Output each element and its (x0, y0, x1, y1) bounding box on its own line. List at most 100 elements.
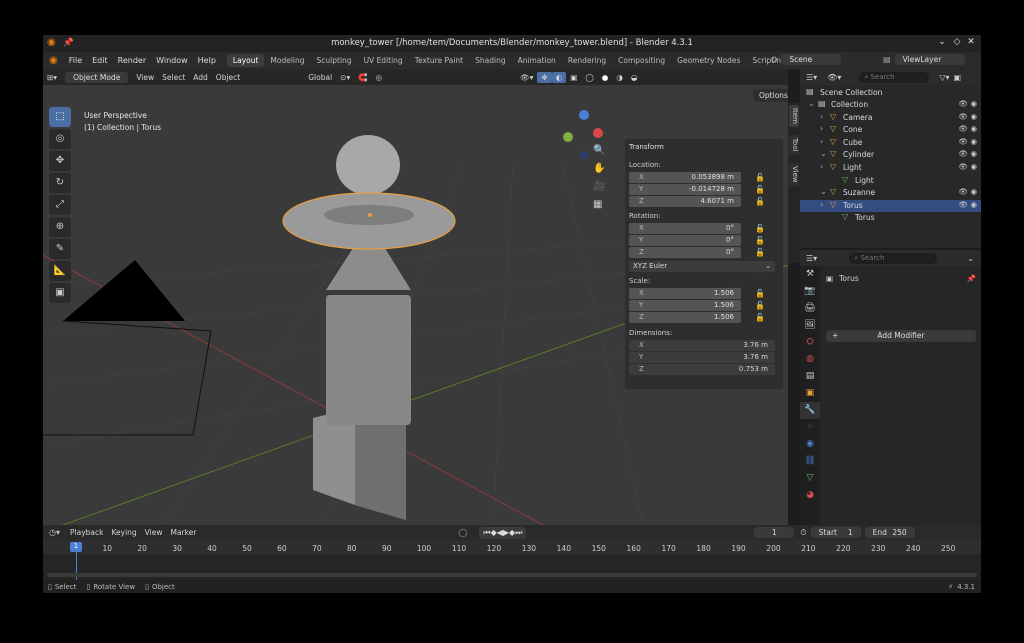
pivot-icon[interactable]: ⊙▾ (336, 72, 354, 83)
chevron-down-icon[interactable]: ⌄ (967, 254, 974, 263)
add-cube-tool[interactable]: ▣ (49, 283, 71, 303)
visibility-icon[interactable]: 👁▾ (516, 72, 537, 83)
stopwatch-icon[interactable]: ⏱ (800, 528, 806, 538)
tab-animation[interactable]: Animation (512, 54, 562, 67)
tab-layout[interactable]: Layout (226, 54, 265, 67)
dimension-y-field[interactable]: Y 3.76 m (629, 352, 775, 363)
output-properties-icon[interactable]: 🖨 (800, 300, 820, 317)
lock-icon[interactable]: 🔓 (755, 313, 765, 322)
rotation-y-field[interactable]: Y 0° (629, 235, 741, 246)
3d-viewport[interactable]: ⬚ ◎ ✥ ↻ ⤢ ⊕ ✎ 📐 ▣ User Perspective (1) C… (43, 85, 788, 525)
jump-start-icon[interactable]: ⏮ (483, 528, 490, 538)
timeline-menu-view[interactable]: View (141, 527, 167, 538)
modifier-properties-icon[interactable]: 🔧 (800, 402, 820, 419)
chevron-icon[interactable]: ⌄ (808, 99, 815, 108)
dimension-x-field[interactable]: X 3.76 m (629, 340, 775, 351)
timeline-menu-marker[interactable]: Marker (166, 527, 200, 538)
tab-rendering[interactable]: Rendering (562, 54, 612, 67)
lock-icon[interactable]: 🔓 (755, 236, 765, 245)
view-layer-properties-icon[interactable]: 🖼 (800, 317, 820, 334)
options-button[interactable]: Options (753, 89, 788, 102)
minimize-icon[interactable]: ⌄ (936, 37, 948, 47)
menu-window[interactable]: Window (151, 56, 193, 65)
timeline-scrollbar[interactable] (47, 573, 977, 577)
outliner-item[interactable]: › ▽ Camera 👁 ◉ (800, 112, 981, 124)
outliner-item[interactable]: ▽ Light (800, 175, 981, 187)
editor-type-icon[interactable]: ☰▾ (800, 254, 823, 263)
editor-type-icon[interactable]: ☰▾ (800, 73, 823, 82)
render-properties-icon[interactable]: 📷 (800, 283, 820, 300)
viewport-menu-select[interactable]: Select (158, 72, 189, 83)
location-z-field[interactable]: Z 4.6071 m (629, 196, 741, 207)
chevron-icon[interactable]: ⌄ (820, 149, 827, 158)
dimension-z-field[interactable]: Z 0.753 m (629, 364, 775, 375)
particles-icon[interactable]: ⁘ (800, 419, 820, 436)
scene-selector[interactable]: ⛭ Scene (771, 54, 842, 65)
mode-dropdown[interactable]: Object Mode (65, 71, 129, 83)
visibility-icon[interactable]: 👁 ◉ (959, 124, 977, 133)
cursor-tool[interactable]: ◎ (49, 129, 71, 149)
shading-wireframe-icon[interactable]: ◯ (581, 72, 597, 83)
proportional-icon[interactable]: ◎ (372, 72, 387, 83)
current-frame-field[interactable]: 1 (754, 527, 795, 538)
pin-icon[interactable]: 📌 (967, 274, 976, 283)
scene-properties-icon[interactable]: ⛭ (800, 334, 820, 351)
close-icon[interactable]: ✕ (965, 37, 977, 47)
jump-end-icon[interactable]: ⏭ (515, 528, 522, 538)
tab-view[interactable]: View (789, 163, 799, 186)
scene-collection-row[interactable]: ▤ Scene Collection (800, 87, 981, 99)
properties-search-input[interactable]: ⌕ Search (849, 252, 938, 264)
location-y-field[interactable]: Y -0.014728 m (629, 184, 741, 195)
scale-z-field[interactable]: Z 1.506 (629, 312, 741, 323)
editor-type-icon[interactable]: ⊞▾ (43, 72, 61, 83)
xray-icon[interactable]: ▣ (566, 72, 581, 83)
zoom-icon[interactable]: 🔍 (593, 145, 609, 163)
select-box-tool[interactable]: ⬚ (49, 107, 71, 127)
snap-icon[interactable]: 🧲 (354, 72, 371, 83)
location-x-field[interactable]: X 0.053898 m (629, 172, 741, 183)
menu-render[interactable]: Render (113, 56, 151, 65)
tool-properties-icon[interactable]: ⚒ (800, 266, 820, 283)
chevron-icon[interactable]: › (820, 137, 823, 146)
lock-icon[interactable]: 🔓 (755, 248, 765, 257)
timeline-area[interactable]: 10 20 30 40 50 60 70 80 90 100 110 120 130 140 150 160 1… (43, 540, 981, 580)
move-tool[interactable]: ✥ (49, 151, 71, 171)
physics-icon[interactable]: ◉ (800, 436, 820, 453)
pan-hand-icon[interactable]: ✋ (593, 163, 609, 181)
visibility-icon[interactable]: 👁 ◉ (959, 187, 977, 196)
playhead[interactable]: 1 (70, 542, 82, 552)
chevron-icon[interactable]: › (820, 162, 823, 171)
tab-uv-editing[interactable]: UV Editing (358, 54, 409, 67)
chevron-icon[interactable]: › (820, 124, 823, 133)
outliner-item[interactable]: › ▽ Cone 👁 ◉ (800, 124, 981, 136)
viewport-menu-view[interactable]: View (132, 72, 158, 83)
visibility-icon[interactable]: 👁 ◉ (959, 200, 977, 209)
tab-item[interactable]: Item (789, 105, 799, 127)
end-frame-field[interactable]: End 250 (864, 527, 915, 538)
scale-x-field[interactable]: X 1.506 (629, 288, 741, 299)
outliner-item[interactable]: ▽ Torus (800, 212, 981, 224)
chevron-icon[interactable]: › (820, 112, 823, 121)
visibility-icon[interactable]: 👁 ◉ (959, 162, 977, 171)
menu-help[interactable]: Help (193, 56, 221, 65)
shading-rendered-icon[interactable]: ◒ (627, 72, 642, 83)
start-frame-field[interactable]: Start 1 (810, 527, 861, 538)
visibility-icon[interactable]: 👁 ◉ (959, 112, 977, 121)
transform-tool[interactable]: ⊕ (49, 217, 71, 237)
visibility-icon[interactable]: 👁 ◉ (959, 137, 977, 146)
outliner-item[interactable]: ⌄ ▽ Cylinder 👁 ◉ (800, 149, 981, 161)
lock-icon[interactable]: 🔓 (755, 224, 765, 233)
object-properties-icon[interactable]: ▣ (800, 385, 820, 402)
shading-material-icon[interactable]: ◑ (612, 72, 627, 83)
outliner-item[interactable]: ⌄ ▽ Suzanne 👁 ◉ (800, 187, 981, 199)
menu-edit[interactable]: Edit (87, 56, 113, 65)
overlay-icon[interactable]: ◐ (551, 71, 567, 83)
lock-icon[interactable]: 🔓 (755, 185, 765, 194)
camera-view-icon[interactable]: 🎥 (593, 181, 609, 199)
clock-icon[interactable]: ◷▾ (43, 528, 66, 537)
auto-key-icon[interactable]: ◯ (458, 528, 467, 537)
shading-solid-icon[interactable]: ● (598, 72, 613, 83)
lock-icon[interactable]: 🔓 (755, 197, 765, 206)
tab-texture-paint[interactable]: Texture Paint (409, 54, 469, 67)
outliner-search-input[interactable]: ⌕ Search (859, 71, 930, 83)
